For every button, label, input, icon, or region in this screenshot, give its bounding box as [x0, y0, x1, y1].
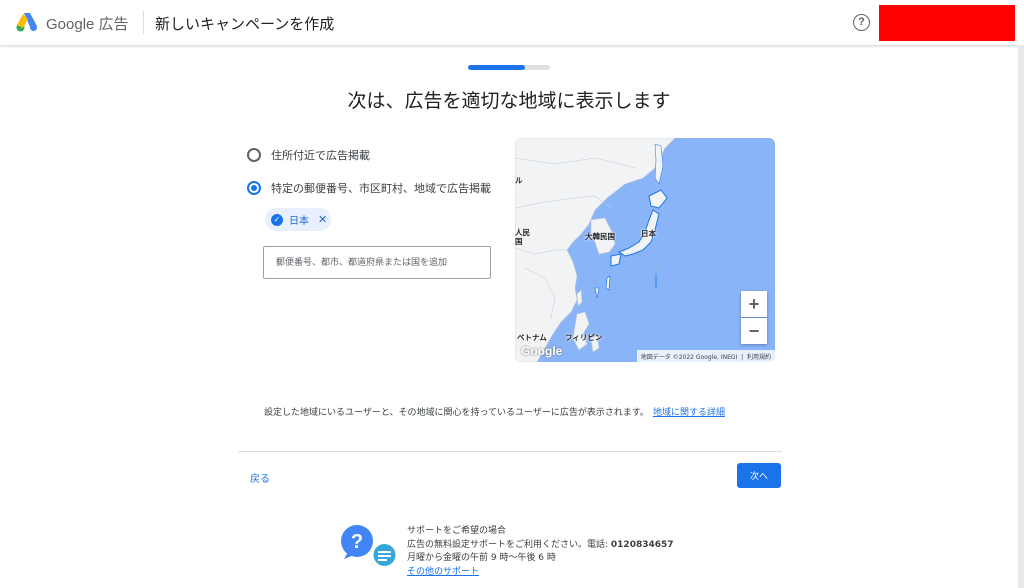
location-search-input[interactable]	[263, 246, 491, 279]
page-title: 次は、広告を適切な地域に表示します	[347, 90, 671, 112]
support-phone-line: 広告の無料設定サポートをご利用ください。電話: 0120834657	[407, 539, 674, 553]
support-hours: 月曜から金曜の午前 9 時〜午後 6 時	[407, 553, 556, 563]
map-credit-text: 地図データ ©2022 Google, INEGI	[640, 354, 738, 361]
chip-label: 日本	[289, 216, 309, 227]
radio-button[interactable]	[247, 148, 261, 162]
location-info-text: 設定した地域にいるユーザーと、その地域に関心を持っているユーザーに広告が表示され…	[264, 408, 649, 418]
map-label-vietnam: ベトナム	[517, 333, 547, 342]
map-label-japan: 日本	[641, 229, 656, 238]
map-label-korea: 大韓民国	[585, 232, 615, 241]
chat-bubble-icon	[373, 544, 396, 566]
map-attribution: 地図データ ©2022 Google, INEGI | 利用規約	[636, 350, 775, 362]
map-label-left-top: ル	[515, 176, 523, 185]
radio-option-specific-locations[interactable]: 特定の郵便番号、市区町村、地域で広告掲載	[247, 180, 491, 196]
radio-button[interactable]	[247, 181, 261, 195]
location-chip-japan[interactable]: ✓ 日本 ✕	[265, 208, 331, 231]
other-support-link[interactable]: その他のサポート	[407, 566, 674, 580]
top-app-bar: Google 広告 新しいキャンペーンを作成 ?	[0, 0, 1024, 45]
check-circle-icon: ✓	[271, 213, 283, 226]
map-label-philippines: フィリピン	[565, 333, 603, 342]
map-graphic	[515, 138, 676, 362]
brand-name: Google 広告	[46, 13, 129, 34]
map-terms-link[interactable]: 利用規約	[747, 354, 771, 361]
svg-text:?: ?	[351, 531, 363, 553]
scrollbar[interactable]	[1018, 45, 1024, 588]
close-icon[interactable]: ✕	[318, 213, 327, 226]
location-info: 設定した地域にいるユーザーと、その地域に関心を持っているユーザーに広告が表示され…	[264, 405, 725, 418]
radio-label-near-address: 住所付近で広告掲載	[271, 149, 370, 162]
support-info: サポートをご希望の場合 広告の無料設定サポートをご利用ください。電話: 0120…	[407, 525, 674, 579]
brand-product: 広告	[98, 16, 129, 33]
support-phone-number: 0120834657	[610, 539, 674, 550]
help-icon[interactable]: ?	[853, 14, 870, 31]
location-map[interactable]: ル 人民 国 大韓民国 日本 ベトナム フィリピン + − Google 地図デ…	[515, 138, 775, 362]
help-bubble-icon: ?	[341, 525, 373, 559]
page-heading: 新しいキャンペーンを作成	[155, 15, 335, 33]
zoom-in-button[interactable]: +	[741, 291, 767, 317]
support-phone-prefix: 広告の無料設定サポートをご利用ください。電話:	[407, 539, 611, 550]
radio-option-near-address[interactable]: 住所付近で広告掲載	[247, 147, 370, 163]
map-label-left-mid2: 国	[515, 237, 523, 246]
zoom-out-button[interactable]: −	[741, 318, 767, 344]
footer-divider	[238, 451, 782, 452]
step-progress-fill	[468, 65, 526, 70]
account-redacted-block[interactable]	[879, 5, 1015, 41]
next-button[interactable]: 次へ	[737, 463, 781, 488]
location-details-link[interactable]: 地域に関する詳細	[653, 408, 725, 418]
radio-label-specific-locations: 特定の郵便番号、市区町村、地域で広告掲載	[271, 182, 491, 195]
back-button[interactable]: 戻る	[250, 470, 270, 485]
support-heading: サポートをご希望の場合	[407, 526, 507, 536]
google-ads-logo-icon[interactable]	[16, 12, 38, 32]
google-map-logo: Google	[521, 344, 563, 358]
step-progress-bar	[468, 65, 550, 70]
brand-google: Google	[46, 16, 95, 33]
header-divider	[143, 11, 144, 34]
